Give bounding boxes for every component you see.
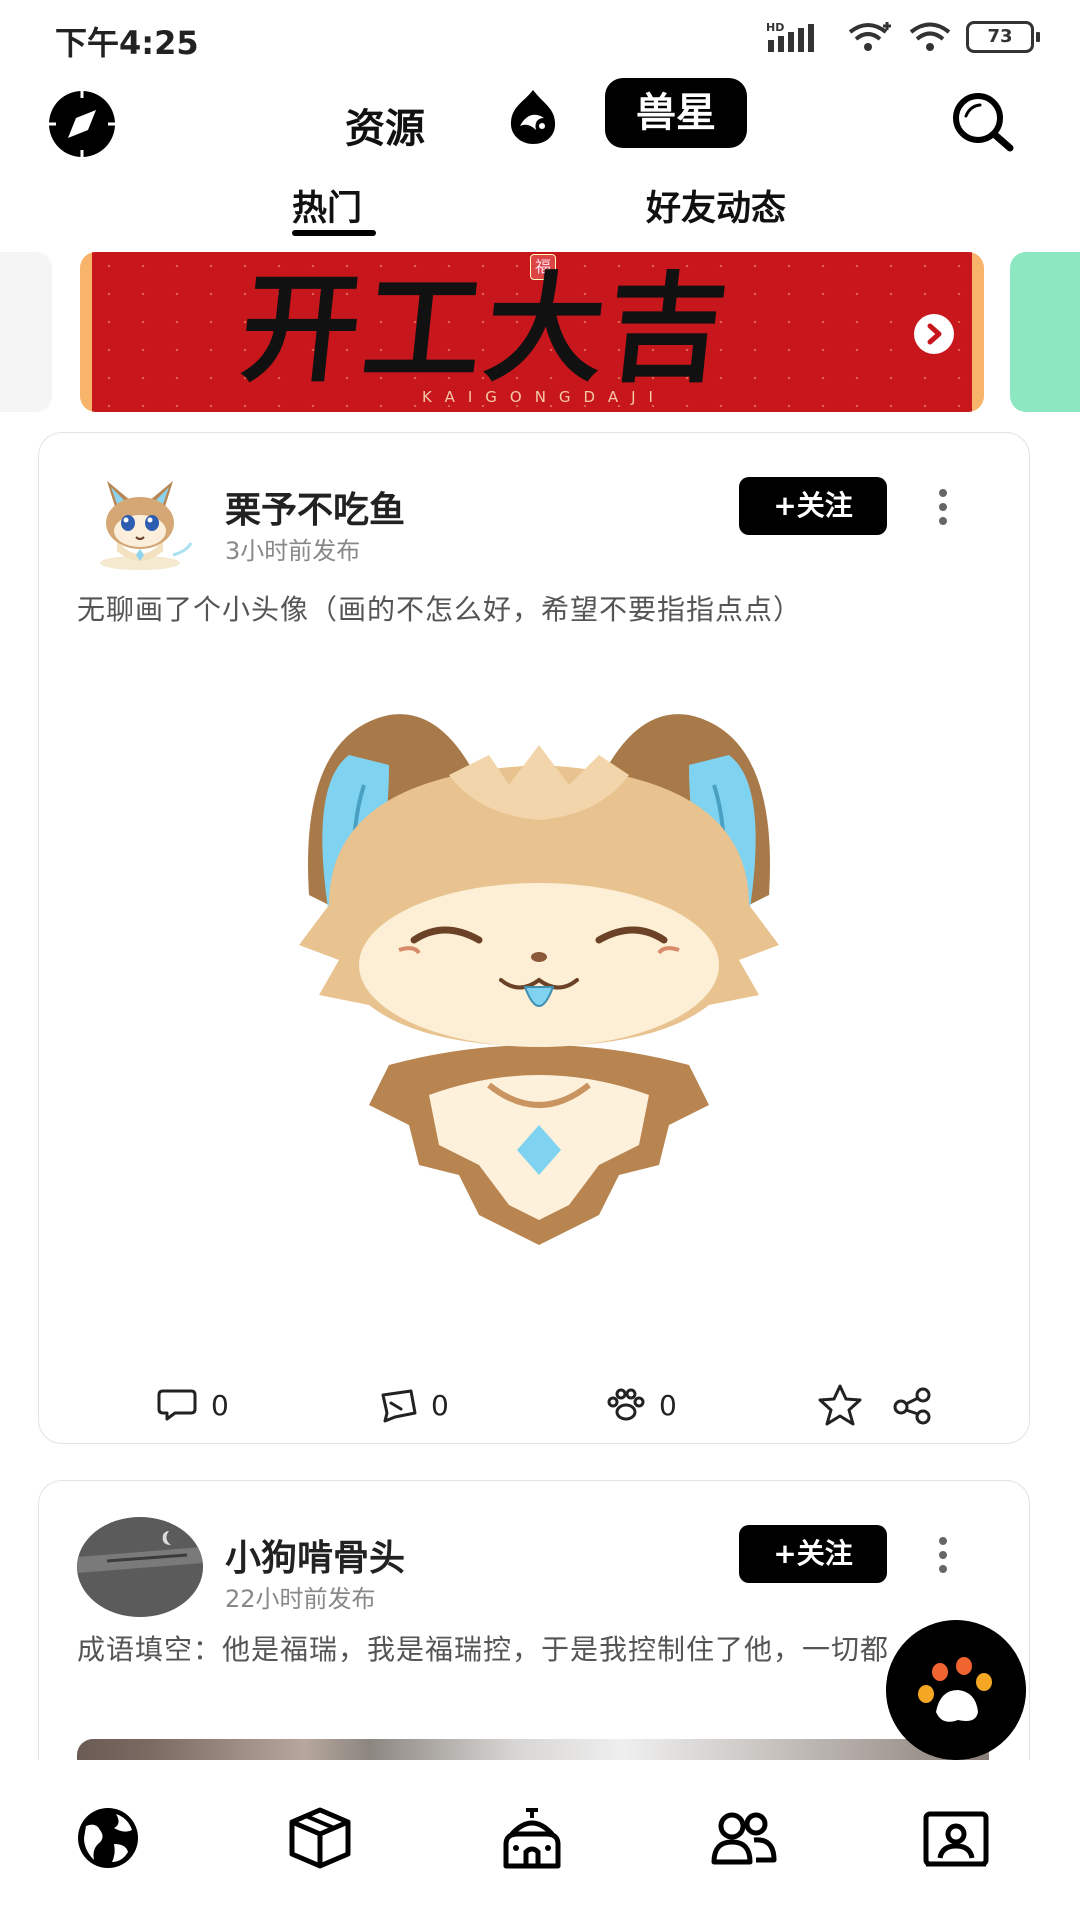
repost-icon (381, 1389, 417, 1423)
avatar[interactable] (77, 1517, 203, 1617)
active-tab-indicator (292, 230, 376, 236)
post-actions: 0 0 0 (39, 1383, 1029, 1443)
app-screen: 下午4:25 HD 73 资源 兽星 热门 好友动态 福 开工大吉 KAIGON… (0, 0, 1080, 1920)
banner-next-peek[interactable] (1010, 252, 1080, 412)
profile-card-icon[interactable] (922, 1804, 990, 1872)
world-icon[interactable] (74, 1804, 142, 1872)
paw-icon (607, 1388, 645, 1421)
comment-count: 0 (211, 1388, 229, 1422)
battery-icon: 73 (966, 21, 1040, 53)
feed-subtabs: 热门 好友动态 (0, 180, 1080, 240)
comment-icon (157, 1389, 197, 1421)
tab-friends-feed[interactable]: 好友动态 (646, 180, 786, 231)
share-icon[interactable] (891, 1383, 935, 1427)
paw-like-button[interactable]: 0 (605, 1383, 677, 1427)
follow-button[interactable]: +关注 (739, 1525, 887, 1583)
repost-count: 0 (431, 1388, 449, 1422)
signal-icon: HD (766, 21, 814, 52)
post-username[interactable]: 小狗啃骨头 (225, 1529, 405, 1581)
status-time: 下午4:25 (55, 24, 199, 62)
banner-title: 开工大吉 (234, 259, 738, 398)
post-text: 无聊画了个小头像（画的不怎么好，希望不要指指点点） (77, 593, 803, 626)
wifi-icon (909, 22, 951, 51)
comment-button[interactable]: 0 (157, 1383, 229, 1427)
tab-stars[interactable]: 兽星 (605, 78, 747, 148)
banner-previous-peek[interactable] (0, 252, 52, 412)
battery-level: 73 (966, 21, 1034, 53)
post-time: 22小时前发布 (225, 1585, 376, 1613)
more-options-icon[interactable] (929, 1533, 957, 1577)
box-icon[interactable] (286, 1804, 354, 1872)
temple-icon[interactable] (498, 1804, 566, 1872)
post-username[interactable]: 栗予不吃鱼 (225, 481, 405, 533)
repost-button[interactable]: 0 (379, 1383, 449, 1427)
post-time: 3小时前发布 (225, 537, 361, 565)
banner-carousel[interactable]: 福 开工大吉 KAIGONGDAJI (0, 252, 1080, 417)
post-text: 成语填空：他是福瑞，我是福瑞控，于是我控制住了他，一切都（ ） (77, 1633, 957, 1666)
post-card[interactable]: 栗予不吃鱼 3小时前发布 +关注 无聊画了个小头像（画的不怎么好，希望不要指指点… (38, 432, 1030, 1444)
status-icons: HD 73 (766, 20, 1040, 54)
post-image[interactable] (239, 695, 839, 1255)
banner-pinyin: KAIGONGDAJI (422, 388, 666, 406)
hd-label: HD (766, 21, 784, 34)
fox-logo-icon[interactable] (506, 88, 560, 146)
avatar[interactable] (77, 471, 203, 571)
paw-fab-button[interactable] (886, 1620, 1026, 1760)
more-options-icon[interactable] (929, 485, 957, 529)
star-icon[interactable] (817, 1383, 863, 1427)
chevron-right-icon[interactable] (914, 314, 954, 354)
status-bar: 下午4:25 HD 73 (0, 0, 1080, 70)
friends-icon[interactable] (710, 1804, 778, 1872)
follow-button[interactable]: +关注 (739, 477, 887, 535)
paw-count: 0 (659, 1388, 677, 1422)
banner-slide[interactable]: 福 开工大吉 KAIGONGDAJI (80, 252, 984, 412)
bottom-navigation (0, 1760, 1080, 1920)
banner-background: 福 开工大吉 KAIGONGDAJI (92, 252, 972, 412)
compass-icon[interactable] (46, 88, 118, 160)
search-icon[interactable] (950, 90, 1014, 154)
wifi-plus-icon (848, 22, 891, 51)
top-header: 资源 兽星 (0, 70, 1080, 190)
tab-hot[interactable]: 热门 (292, 180, 362, 231)
tab-resources[interactable]: 资源 (345, 96, 425, 154)
